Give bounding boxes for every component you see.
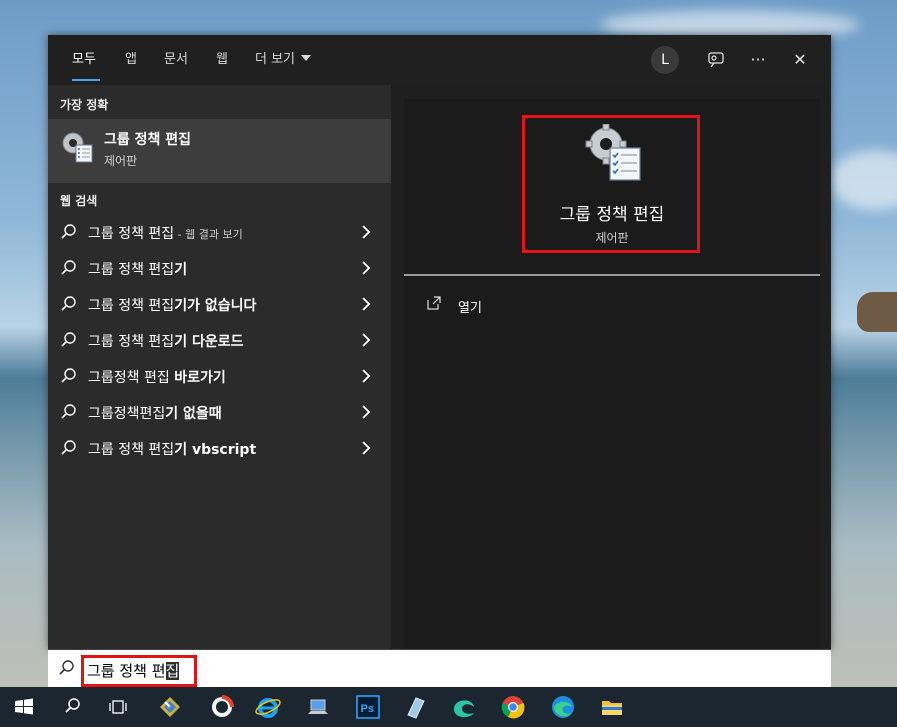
chevron-right-icon [362, 297, 371, 311]
active-tab-indicator [72, 79, 100, 81]
search-icon [61, 332, 76, 347]
tab-web[interactable]: 웹 [216, 50, 228, 70]
tab-apps[interactable]: 앱 [125, 50, 137, 70]
web-result-text: 그룹 정책 편집 [88, 298, 175, 314]
web-result-text: 그룹정책 편집 [88, 370, 175, 386]
web-search-header: 웹 검색 [60, 194, 98, 208]
search-text: 그룹 정책 편 [87, 662, 166, 680]
search-box[interactable]: 그룹 정책 편집 [48, 649, 831, 687]
web-result-item[interactable]: 그룹정책편집기 없을때 [48, 394, 391, 430]
web-result-bold: 바로가기 [174, 370, 226, 386]
feedback-button[interactable] [701, 46, 731, 74]
open-label: 열기 [458, 301, 482, 316]
notepad-icon[interactable] [402, 693, 430, 721]
search-icon [61, 368, 76, 383]
web-result-text: 그룹 정책 편집 [88, 442, 175, 458]
windows-start-icon[interactable] [10, 693, 38, 721]
preview-title: 그룹 정책 편집 [559, 205, 665, 225]
web-result-suffix: - 웹 결과 보기 [174, 228, 243, 241]
chevron-right-icon [362, 369, 371, 383]
computer-icon[interactable] [304, 693, 332, 721]
chevron-right-icon [362, 441, 371, 455]
search-icon [61, 260, 76, 275]
web-result-bold: 기 [174, 262, 188, 278]
tab-documents[interactable]: 문서 [164, 50, 188, 70]
best-match-header: 가장 정확 [60, 98, 109, 112]
web-result-item[interactable]: 그룹 정책 편집기 다운로드 [48, 322, 391, 358]
edge-legacy-icon[interactable] [450, 693, 478, 721]
best-match-title: 그룹 정책 편집 [104, 132, 192, 148]
taskbar: Ps [0, 687, 897, 727]
web-result-item[interactable]: 그룹정책 편집 바로가기 [48, 358, 391, 394]
web-result-item[interactable]: 그룹 정책 편집기 vbscript [48, 430, 391, 466]
search-selected-text: 집 [165, 662, 180, 680]
open-icon [427, 296, 441, 310]
web-result-text: 그룹 정책 편집 [88, 334, 175, 350]
search-input[interactable]: 그룹 정책 편집 [87, 660, 180, 681]
chevron-down-icon [301, 55, 312, 61]
preview-pane: 그룹 정책 편집 제어판 열기 [404, 99, 820, 649]
recorder-icon[interactable] [208, 693, 236, 721]
more-options-button[interactable]: ··· [743, 46, 773, 74]
svg-text:Ps: Ps [361, 703, 374, 715]
best-match-subtitle: 제어판 [104, 154, 138, 168]
search-icon [61, 296, 76, 311]
file-explorer-icon[interactable] [598, 693, 626, 721]
chevron-right-icon [362, 333, 371, 347]
web-result-label: 그룹정책편집기 없을때 [88, 403, 222, 423]
search-icon [61, 404, 76, 419]
web-result-item[interactable]: 그룹 정책 편집기가 없습니다 [48, 286, 391, 322]
results-list: 가장 정확 그룹 정책 편집 제어판 웹 검색 그룹 정책 편집 - 웹 결과 … [48, 85, 391, 649]
group-policy-icon [62, 132, 93, 163]
edge-icon[interactable] [549, 693, 577, 721]
search-icon [59, 660, 74, 675]
internet-explorer-icon[interactable] [254, 693, 282, 721]
web-result-label: 그룹 정책 편집기 다운로드 [88, 331, 243, 351]
start-search-panel: 모두 앱 문서 웹 더 보기 L ··· ✕ 가장 정확 그룹 정책 편집 제어… [48, 35, 831, 649]
photoshop-icon[interactable]: Ps [354, 693, 382, 721]
web-result-label: 그룹 정책 편집기 vbscript [88, 439, 256, 459]
best-match-item[interactable]: 그룹 정책 편집 제어판 [48, 119, 391, 183]
filter-tabs-bar: 모두 앱 문서 웹 더 보기 L ··· ✕ [48, 35, 831, 85]
web-result-label: 그룹 정책 편집기 [88, 259, 187, 279]
search-icon [61, 440, 76, 455]
tab-more[interactable]: 더 보기 [255, 50, 312, 70]
avatar[interactable]: L [651, 46, 679, 74]
chevron-right-icon [362, 261, 371, 275]
preview-subtitle: 제어판 [595, 231, 629, 245]
web-result-bold: 기 없을때 [165, 406, 222, 422]
tab-more-label: 더 보기 [255, 52, 296, 67]
search-icon[interactable] [58, 693, 86, 721]
tab-all[interactable]: 모두 [72, 50, 96, 70]
chevron-right-icon [362, 405, 371, 419]
web-result-item[interactable]: 그룹 정책 편집 - 웹 결과 보기 [48, 214, 391, 250]
divider [404, 274, 820, 276]
web-result-label: 그룹 정책 편집기가 없습니다 [88, 295, 256, 315]
task-view-icon[interactable] [104, 693, 132, 721]
web-result-label: 그룹 정책 편집 - 웹 결과 보기 [88, 223, 243, 243]
feedback-icon [708, 52, 724, 68]
chrome-icon[interactable] [499, 693, 527, 721]
web-result-text: 그룹 정책 편집 [88, 226, 175, 242]
web-result-label: 그룹정책 편집 바로가기 [88, 367, 226, 387]
chevron-right-icon [362, 225, 371, 239]
web-result-bold: 기가 없습니다 [174, 298, 257, 314]
web-result-bold: 기 다운로드 [174, 334, 244, 350]
group-policy-icon[interactable] [584, 124, 642, 182]
app-icon[interactable] [156, 693, 184, 721]
web-result-item[interactable]: 그룹 정책 편집기 [48, 250, 391, 286]
close-button[interactable]: ✕ [785, 46, 815, 74]
web-result-bold: 기 vbscript [174, 442, 257, 458]
search-icon [61, 224, 76, 239]
web-result-text: 그룹 정책 편집 [88, 262, 175, 278]
web-result-text: 그룹정책편집 [88, 406, 166, 422]
